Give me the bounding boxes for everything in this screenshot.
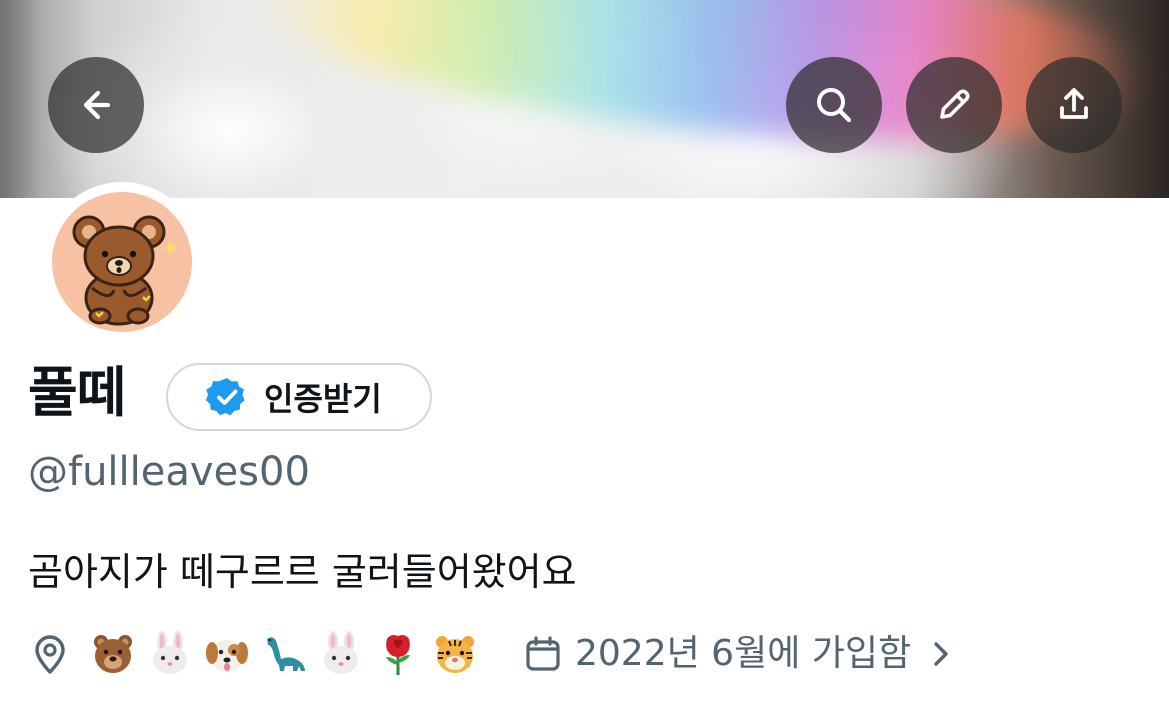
banner-shade: [0, 0, 40, 198]
calendar-icon: [526, 636, 560, 671]
profile-handle: @fullleaves00: [28, 449, 310, 495]
arrow-left-icon: [83, 90, 111, 120]
avatar-image: [52, 192, 192, 332]
rose-icon: [371, 629, 424, 679]
search-button[interactable]: [786, 57, 882, 153]
banner-rainbow-light: [242, 0, 1158, 177]
profile-display-name: 풀떼: [28, 361, 126, 424]
chevron-right-icon[interactable]: [925, 638, 957, 670]
teddy-bear-icon: [72, 215, 178, 326]
profile-bio: 곰아지가 떼구르르 굴러들어왔어요: [28, 550, 577, 594]
get-verified-button[interactable]: 인증받기: [166, 363, 432, 431]
profile-location: [86, 629, 481, 679]
share-button[interactable]: [1026, 57, 1122, 153]
avatar[interactable]: [42, 182, 202, 342]
tiger-face-icon: [428, 629, 481, 679]
profile-meta-row: 2022년 6월에 가입함: [28, 626, 957, 682]
share-upload-icon: [1060, 88, 1088, 119]
pencil-icon: [940, 89, 970, 119]
sauropod-icon: [257, 629, 310, 679]
rabbit-face-icon: [314, 629, 367, 679]
back-button[interactable]: [48, 57, 144, 153]
verified-badge-icon: [206, 378, 245, 416]
bear-face-icon: [86, 629, 139, 679]
search-icon: [817, 88, 852, 123]
get-verified-label: 인증받기: [264, 380, 382, 418]
edit-profile-button[interactable]: [906, 57, 1002, 153]
location-pin-icon: [35, 635, 65, 674]
rabbit-face-icon: [143, 629, 196, 679]
profile-joined-date: 2022년 6월에 가입함: [575, 633, 912, 674]
dog-face-icon: [200, 629, 253, 679]
